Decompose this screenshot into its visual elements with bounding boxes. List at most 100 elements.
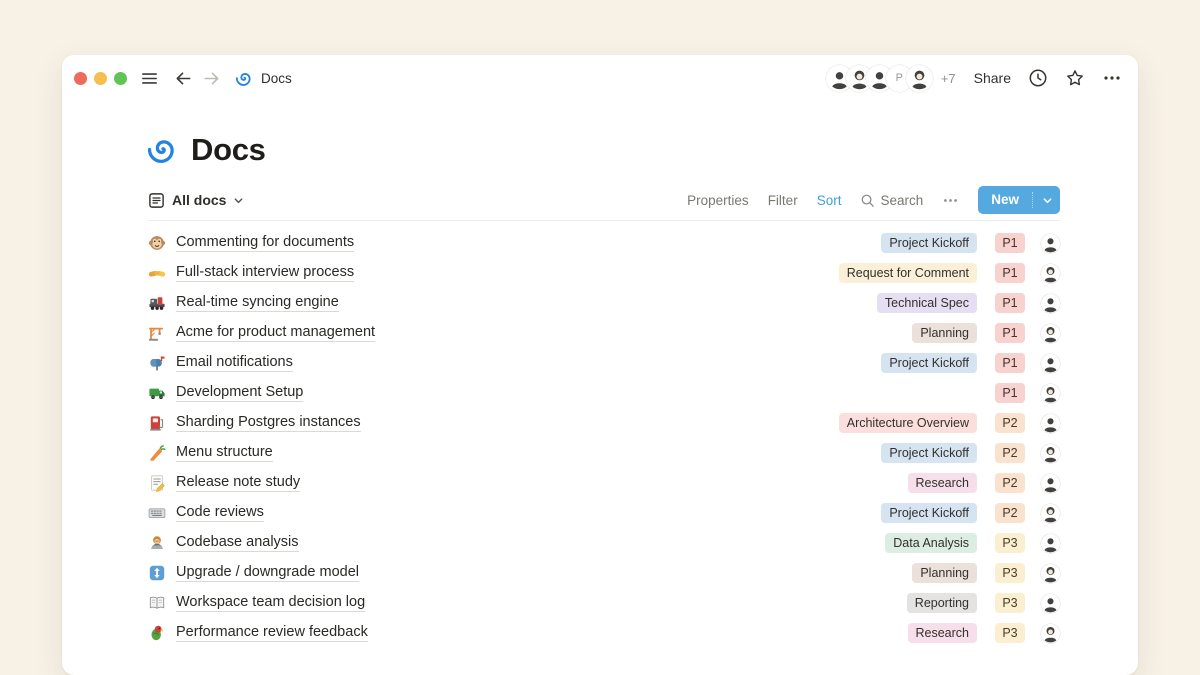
doc-row[interactable]: Full-stack interview processRequest for …: [148, 258, 1060, 288]
doc-tag: Project Kickoff: [881, 353, 977, 373]
assignee-avatar: [1041, 444, 1060, 463]
avatar-overflow-count: +7: [941, 71, 956, 86]
doc-title[interactable]: Performance review feedback: [176, 624, 368, 642]
view-label: All docs: [172, 192, 226, 208]
doc-title[interactable]: Codebase analysis: [176, 534, 299, 552]
woman-technologist-icon: [148, 534, 166, 552]
doc-row[interactable]: Acme for product managementPlanningP1: [148, 318, 1060, 348]
doc-row[interactable]: Real-time syncing engineTechnical SpecP1: [148, 288, 1060, 318]
assignee-avatar: [1041, 564, 1060, 583]
assignee-avatar: [1041, 594, 1060, 613]
doc-tag: Architecture Overview: [839, 413, 977, 433]
priority-badge: P3: [995, 533, 1024, 553]
doc-row[interactable]: Menu structure Project Kickoff P2: [148, 438, 1060, 468]
handshake-icon: [148, 264, 166, 282]
truck-icon: [148, 384, 166, 402]
doc-title[interactable]: Development Setup: [176, 384, 303, 402]
assignee-avatar: [1041, 294, 1060, 313]
doc-title[interactable]: Upgrade / downgrade model: [176, 564, 359, 582]
priority-badge: P2: [995, 413, 1024, 433]
doc-title[interactable]: Full-stack interview process: [176, 264, 354, 282]
back-arrow-icon[interactable]: [174, 69, 193, 88]
priority-badge: P2: [995, 503, 1024, 523]
hamburger-menu-icon[interactable]: [140, 69, 159, 88]
doc-row[interactable]: Development Setup P1: [148, 378, 1060, 408]
avatar-stack[interactable]: P: [826, 65, 933, 92]
forward-arrow-icon[interactable]: [202, 69, 221, 88]
assignee-avatar: [1041, 534, 1060, 553]
priority-badge: P2: [995, 443, 1024, 463]
share-button[interactable]: Share: [974, 70, 1011, 86]
priority-badge: P3: [995, 593, 1024, 613]
doc-tag: Research: [908, 623, 978, 643]
sort-button[interactable]: Sort: [817, 193, 842, 208]
assignee-avatar: [1041, 384, 1060, 403]
doc-tag: Project Kickoff: [881, 443, 977, 463]
open-book-icon: [148, 594, 166, 612]
new-dropdown-chevron-icon[interactable]: [1034, 195, 1060, 206]
priority-badge: P1: [995, 293, 1024, 313]
monkey-face-icon: [148, 234, 166, 252]
properties-button[interactable]: Properties: [687, 193, 749, 208]
docs-page-logo-icon: [148, 135, 178, 165]
doc-row[interactable]: Code reviews Project Kickoff P2: [148, 498, 1060, 528]
doc-title[interactable]: Commenting for documents: [176, 234, 354, 252]
doc-row[interactable]: Workspace team decision log Reporting P3: [148, 588, 1060, 618]
doc-tag: Reporting: [907, 593, 977, 613]
doc-tag: Planning: [912, 323, 977, 343]
assignee-avatar: [1041, 474, 1060, 493]
assignee-avatar: [1041, 624, 1060, 643]
doc-title[interactable]: Sharding Postgres instances: [176, 414, 361, 432]
view-toolbar: All docs Properties Filter Sort Search: [148, 185, 1060, 215]
doc-row[interactable]: Commenting for documents Project Kickoff P…: [148, 228, 1060, 258]
document-icon: [148, 192, 165, 209]
assignee-avatar: [1041, 504, 1060, 523]
doc-tag: Planning: [912, 563, 977, 583]
doc-title[interactable]: Release note study: [176, 474, 300, 492]
doc-title[interactable]: Real-time syncing engine: [176, 294, 339, 312]
more-options-icon[interactable]: [1102, 68, 1122, 88]
zoom-window-button[interactable]: [114, 72, 127, 85]
minimize-window-button[interactable]: [94, 72, 107, 85]
doc-title[interactable]: Email notifications: [176, 354, 293, 372]
history-clock-icon[interactable]: [1028, 68, 1048, 88]
priority-badge: P1: [995, 263, 1024, 283]
filter-button[interactable]: Filter: [768, 193, 798, 208]
favorite-star-icon[interactable]: [1065, 68, 1085, 88]
priority-badge: P1: [995, 383, 1024, 403]
doc-title[interactable]: Code reviews: [176, 504, 264, 522]
doc-title[interactable]: Acme for product management: [176, 324, 375, 342]
carrot-icon: [148, 444, 166, 462]
page-title: Docs: [191, 132, 266, 168]
new-button[interactable]: New: [978, 186, 1060, 214]
doc-row[interactable]: Email notifications Project Kickoff P1: [148, 348, 1060, 378]
assignee-avatar: [1041, 414, 1060, 433]
search-icon: [860, 193, 875, 208]
assignee-avatar: [1041, 264, 1060, 283]
window-titlebar: Docs P +7 Share: [62, 55, 1138, 101]
page-header: Docs: [148, 132, 1060, 168]
up-down-arrows-icon: [148, 564, 166, 582]
close-window-button[interactable]: [74, 72, 87, 85]
priority-badge: P3: [995, 563, 1024, 583]
priority-badge: P1: [995, 233, 1024, 253]
doc-tag: Data Analysis: [885, 533, 977, 553]
app-window: Docs P +7 Share Docs: [62, 55, 1138, 675]
doc-tag: Project Kickoff: [881, 503, 977, 523]
doc-row[interactable]: Performance review feedbackResearchP3: [148, 618, 1060, 648]
priority-badge: P1: [995, 353, 1024, 373]
doc-tag: Project Kickoff: [881, 233, 977, 253]
doc-title[interactable]: Workspace team decision log: [176, 594, 365, 612]
doc-row[interactable]: Release note studyResearchP2: [148, 468, 1060, 498]
crane-icon: [148, 324, 166, 342]
docs-app-logo-icon: [236, 70, 253, 87]
doc-tag: Research: [908, 473, 978, 493]
search-button[interactable]: Search: [860, 193, 923, 208]
doc-row[interactable]: Codebase analysis Data Analysis P3: [148, 528, 1060, 558]
view-switcher-all-docs[interactable]: All docs: [148, 192, 244, 209]
doc-title[interactable]: Menu structure: [176, 444, 273, 462]
toolbar-more-icon[interactable]: [942, 192, 959, 209]
docs-list: Commenting for documents Project Kickoff P…: [148, 228, 1060, 648]
doc-row[interactable]: Upgrade / downgrade model Planning P3: [148, 558, 1060, 588]
doc-row[interactable]: Sharding Postgres instances Architecture …: [148, 408, 1060, 438]
